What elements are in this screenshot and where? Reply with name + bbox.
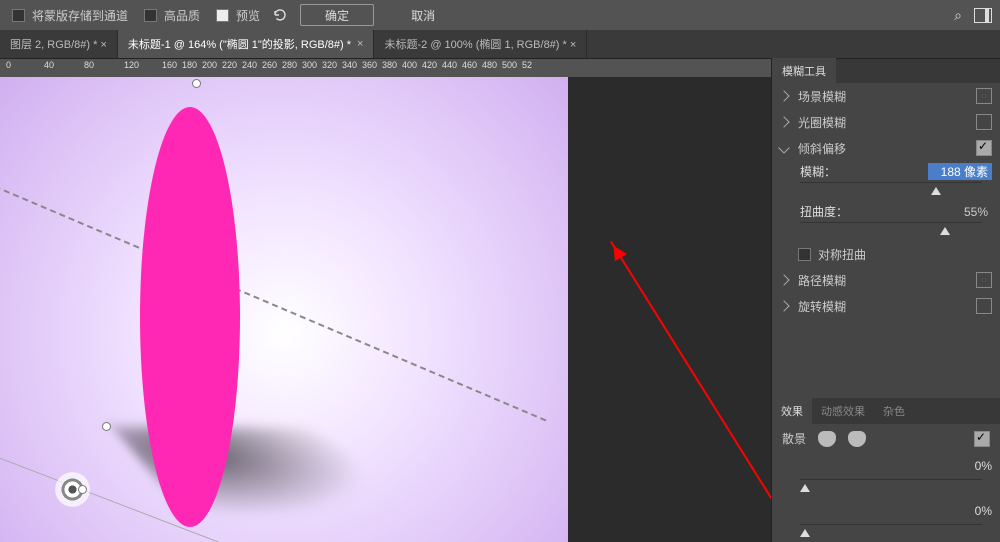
preview-checkbox[interactable]: 预览 (212, 6, 260, 25)
guide-handle[interactable] (192, 79, 201, 88)
section-label: 路径模糊 (798, 272, 846, 289)
options-bar: 将蒙版存储到通道 高品质 预览 确定 取消 ⌕ (0, 0, 1000, 30)
chevron-right-icon (778, 300, 789, 311)
blur-tools-tab[interactable]: 模糊工具 (772, 59, 1000, 83)
bokeh-toggle[interactable] (974, 431, 990, 447)
tab-label: 图层 2, RGB/8#) * × (10, 36, 107, 52)
blur-slider[interactable] (800, 182, 982, 197)
bokeh-light-slider[interactable] (800, 479, 982, 494)
section-label: 场景模糊 (798, 88, 846, 105)
section-spin-blur[interactable]: 旋转模糊 (772, 293, 1000, 319)
tilt-guide-dashed[interactable] (0, 107, 546, 421)
symmetric-label: 对称扭曲 (818, 246, 866, 263)
close-icon[interactable]: × (357, 38, 363, 50)
section-field-blur[interactable]: 场景模糊 (772, 83, 1000, 109)
enable-toggle[interactable] (976, 298, 992, 314)
tab-label: 未标题-2 @ 100% (椭圆 1, RGB/8#) * × (384, 36, 576, 52)
section-label: 倾斜偏移 (798, 140, 846, 157)
tab-label: 未标题-1 @ 164% ("椭圆 1"的投影, RGB/8#) * (128, 36, 351, 52)
high-quality-checkbox[interactable]: 高品质 (140, 6, 200, 25)
ellipse-shape[interactable] (140, 107, 240, 527)
distortion-value[interactable]: 55% (928, 205, 992, 219)
symmetric-checkbox[interactable]: 对称扭曲 (794, 245, 866, 264)
workspace-icon[interactable] (974, 8, 992, 23)
chevron-right-icon (778, 90, 789, 101)
section-path-blur[interactable]: 路径模糊 (772, 267, 1000, 293)
canvas-area[interactable]: 0 40 80 120 160 180 200 220 240 260 280 … (0, 59, 771, 542)
section-tilt-shift[interactable]: 倾斜偏移 (772, 135, 1000, 161)
horizontal-ruler: 0 40 80 120 160 180 200 220 240 260 280 … (0, 59, 771, 78)
chevron-right-icon (778, 116, 789, 127)
document-tab-0[interactable]: 图层 2, RGB/8#) * × (0, 30, 118, 58)
distortion-field: 扭曲度： 55% (772, 201, 1000, 222)
distortion-slider[interactable] (800, 222, 982, 237)
field-label: 扭曲度： (800, 203, 860, 220)
cancel-button[interactable]: 取消 (386, 4, 460, 26)
side-panels: 模糊工具 场景模糊 光圈模糊 倾斜偏移 模糊： 188 像素 扭曲度： 55% 对称… (771, 59, 1000, 542)
section-label: 光圈模糊 (798, 114, 846, 131)
preview-label: 预览 (236, 7, 260, 24)
section-label: 旋转模糊 (798, 298, 846, 315)
symmetric-distortion-row: 对称扭曲 (772, 241, 1000, 267)
tab-motion-effects[interactable]: 动感效果 (812, 397, 874, 425)
blur-amount-field: 模糊： 188 像素 (772, 161, 1000, 182)
panel-title: 模糊工具 (772, 58, 836, 84)
bokeh-shape-icon[interactable] (848, 431, 866, 447)
document-canvas[interactable] (0, 77, 568, 542)
enable-toggle[interactable] (976, 114, 992, 130)
high-quality-label: 高品质 (164, 7, 200, 24)
enable-toggle[interactable] (976, 88, 992, 104)
section-iris-blur[interactable]: 光圈模糊 (772, 109, 1000, 135)
document-tab-2[interactable]: 未标题-2 @ 100% (椭圆 1, RGB/8#) * × (374, 30, 587, 58)
mask-channel-label: 将蒙版存储到通道 (32, 7, 128, 24)
mask-channel-checkbox[interactable]: 将蒙版存储到通道 (8, 6, 128, 25)
bokeh-color-value[interactable]: 0% (942, 504, 992, 518)
enable-toggle[interactable] (976, 272, 992, 288)
bokeh-light-value[interactable]: 0% (942, 459, 992, 473)
annotation-arrow (610, 241, 771, 542)
effects-tabs: 效果 动感效果 杂色 (772, 398, 1000, 424)
reset-icon[interactable] (272, 7, 288, 23)
field-label: 模糊： (800, 163, 860, 180)
bokeh-color-slider[interactable] (800, 524, 982, 539)
tab-noise[interactable]: 杂色 (874, 397, 914, 425)
chevron-right-icon (778, 274, 789, 285)
bokeh-shape-icon[interactable] (818, 431, 836, 447)
search-icon[interactable]: ⌕ (954, 7, 962, 24)
enable-toggle[interactable] (976, 140, 992, 156)
bokeh-row: 散景 (772, 424, 1000, 453)
guide-handle[interactable] (102, 422, 111, 431)
document-tabs: 图层 2, RGB/8#) * × 未标题-1 @ 164% ("椭圆 1"的投… (0, 30, 1000, 59)
blur-value[interactable]: 188 像素 (928, 163, 992, 180)
bokeh-pct-row: 0% (772, 453, 1000, 479)
tab-effects[interactable]: 效果 (772, 397, 812, 425)
bokeh-label: 散景 (782, 430, 806, 447)
bokeh-pct2-row: 0% (772, 498, 1000, 524)
guide-handle[interactable] (78, 485, 87, 494)
chevron-down-icon (778, 142, 789, 153)
document-tab-1[interactable]: 未标题-1 @ 164% ("椭圆 1"的投影, RGB/8#) * × (118, 30, 375, 58)
ok-button[interactable]: 确定 (300, 4, 374, 26)
